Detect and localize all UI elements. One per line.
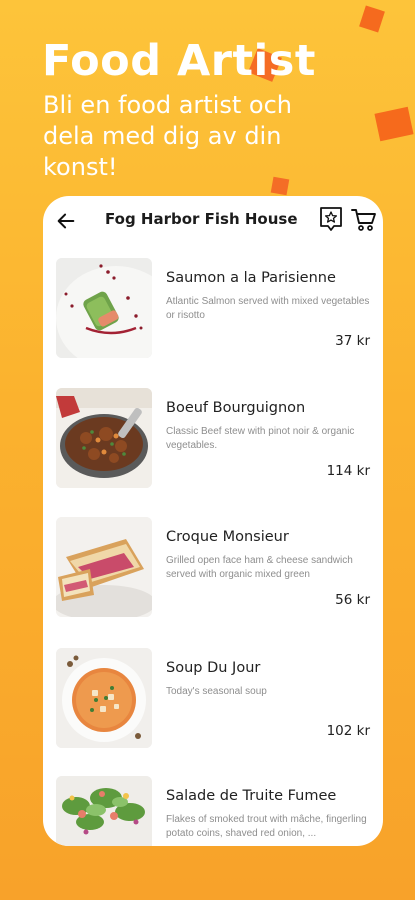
menu-item[interactable]: Soup Du Jour Today's seasonal soup 102 k… [43,648,383,752]
dish-name: Salade de Truite Fumee [166,788,337,804]
dish-description: Atlantic Salmon served with mixed vegeta… [166,296,370,321]
dish-description: Flakes of smoked trout with mâche, finge… [166,814,367,839]
dish-name: Saumon a la Parisienne [166,270,336,286]
decorative-confetti [374,106,414,142]
dish-description: Today's seasonal soup [166,686,267,697]
dish-name: Croque Monsieur [166,529,289,545]
cart-icon[interactable] [351,208,377,232]
dish-price: 114 kr [326,463,370,479]
menu-item[interactable]: Saumon a la Parisienne Atlantic Salmon s… [43,258,383,362]
menu-item[interactable]: Boeuf Bourguignon Classic Beef stew with… [43,388,383,492]
dish-photo [56,648,152,748]
dish-photo [56,517,152,617]
top-bar: Fog Harbor Fish House [43,196,383,248]
dish-photo [56,258,152,358]
dish-photo [56,776,152,846]
restaurant-name: Fog Harbor Fish House [105,210,298,228]
dish-price: 102 kr [326,723,370,739]
hero-subtitle: Bli en food artist och dela med dig av d… [43,91,292,181]
dish-description: Classic Beef stew with pinot noir & orga… [166,426,355,451]
decorative-confetti [359,5,385,33]
dish-description: Grilled open face ham & cheese sandwich … [166,555,353,580]
hero-title: Food Artist [42,36,316,86]
star-badge-icon[interactable] [319,206,343,232]
menu-item[interactable]: Salade de Truite Fumee Flakes of smoked … [43,776,383,846]
menu-item[interactable]: Croque Monsieur Grilled open face ham & … [43,517,383,621]
phone-screen: Fog Harbor Fish House Saumon a la Parisi… [43,196,383,846]
dish-photo [56,388,152,488]
dish-name: Boeuf Bourguignon [166,400,306,416]
dish-price: 56 kr [335,592,370,608]
dish-price: 37 kr [335,333,370,349]
dish-name: Soup Du Jour [166,660,261,676]
arrow-left-icon[interactable] [55,210,77,232]
